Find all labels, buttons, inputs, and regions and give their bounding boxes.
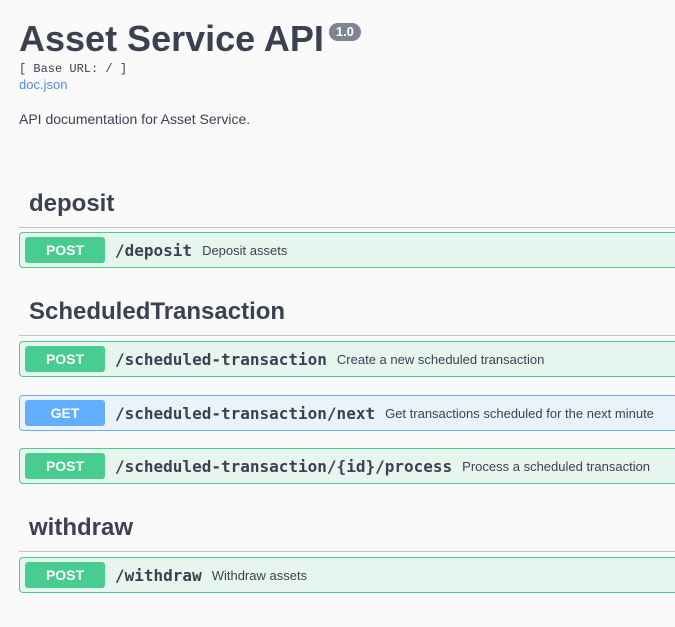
method-badge: POST (25, 346, 105, 372)
operation-path: /withdraw (115, 565, 202, 585)
tag-title: ScheduledTransaction (29, 298, 286, 325)
api-info: Asset Service API 1.0 [ Base URL: / ] do… (19, 18, 659, 93)
operation-summary: Create a new scheduled transaction (336, 351, 545, 367)
operation-path: /scheduled-transaction/next (115, 403, 376, 423)
operation-summary: Get transactions scheduled for the next … (385, 405, 654, 421)
method-badge: GET (25, 400, 105, 426)
method-badge: POST (25, 562, 105, 588)
operation-post-deposit[interactable]: POST /deposit Deposit assets (19, 232, 675, 268)
api-description: API documentation for Asset Service. (19, 111, 251, 127)
method-badge: POST (25, 453, 105, 479)
api-title: Asset Service API (19, 18, 324, 59)
operation-get-scheduled-transaction-next[interactable]: GET /scheduled-transaction/next Get tran… (19, 395, 675, 431)
operation-path: /deposit (115, 240, 193, 260)
tag-section-scheduledtransaction[interactable]: ScheduledTransaction (19, 295, 675, 336)
operation-summary: Withdraw assets (211, 567, 308, 583)
tag-section-deposit[interactable]: deposit (19, 187, 675, 228)
tag-title: withdraw (29, 514, 134, 541)
operation-summary: Deposit assets (202, 242, 288, 258)
operation-post-withdraw[interactable]: POST /withdraw Withdraw assets (19, 557, 675, 593)
base-url: [ Base URL: / ] (19, 62, 128, 76)
operation-path: /scheduled-transaction/{id}/process (115, 456, 453, 476)
doc-json-link[interactable]: doc.json (19, 77, 659, 93)
operation-summary: Process a scheduled transaction (462, 458, 651, 474)
operation-path: /scheduled-transaction (115, 349, 327, 369)
version-badge: 1.0 (328, 23, 361, 41)
tag-title: deposit (29, 190, 115, 217)
method-badge: POST (25, 237, 105, 263)
operation-post-scheduled-transaction[interactable]: POST /scheduled-transaction Create a new… (19, 341, 675, 377)
title-row: Asset Service API 1.0 (19, 18, 659, 60)
tag-section-withdraw[interactable]: withdraw (19, 511, 675, 552)
operation-post-scheduled-transaction-process[interactable]: POST /scheduled-transaction/{id}/process… (19, 448, 675, 484)
